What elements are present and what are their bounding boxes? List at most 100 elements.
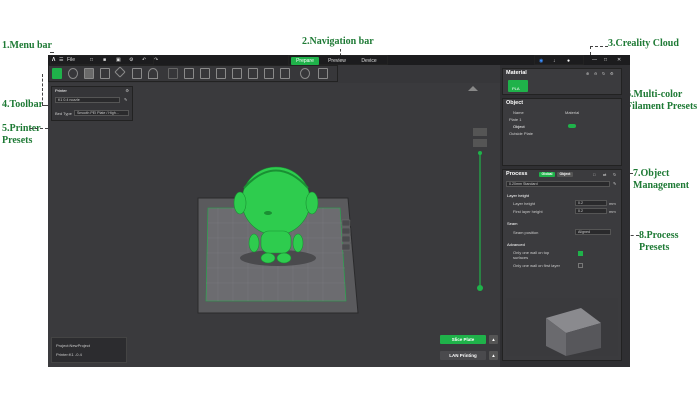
scene-svg [197, 86, 487, 314]
lay-on-face-icon[interactable] [216, 68, 226, 79]
preview-thumbnail [506, 298, 618, 356]
remove-filament-icon[interactable]: ⊖ [594, 71, 597, 76]
preview-cube-svg [546, 308, 601, 356]
plate-tool-button[interactable] [341, 235, 351, 243]
top-surface-wall-checkbox[interactable] [578, 251, 583, 256]
preset-edit-icon[interactable]: ✎ [613, 181, 616, 186]
reset-preset-icon[interactable]: ↻ [613, 172, 616, 177]
annotation-object-mgmt-line2: Management [633, 180, 690, 191]
move-icon[interactable] [168, 68, 178, 79]
app-window: Λ ☰ File □ ■ ▣ ⚙ ↶ ↷ Prepare Preview Dev… [48, 55, 630, 367]
scale-icon[interactable] [200, 68, 210, 79]
filament-slot[interactable]: PLA [508, 80, 528, 92]
process-panel-title: Process [506, 171, 528, 177]
leader-line [590, 46, 591, 55]
object-col-name: Name [513, 110, 524, 115]
plate-tool-button[interactable] [341, 219, 351, 227]
seam-position-select[interactable]: Aligned [575, 229, 611, 235]
view-cube-button[interactable] [473, 128, 487, 136]
mmu-paint-icon[interactable] [280, 68, 290, 79]
download-icon[interactable]: ↓ [553, 57, 556, 65]
save-preset-icon[interactable]: □ [593, 172, 595, 177]
first-layer-input[interactable]: 0.2 [575, 208, 607, 214]
tab-global[interactable]: Global [539, 172, 555, 177]
right-sidebar: Material ⊕ ⊖ ↻ ⚙ PLA Object Name Materia… [500, 65, 630, 367]
process-preset-select[interactable]: 0.20mm Standard [506, 181, 610, 187]
cut-icon[interactable] [232, 68, 242, 79]
edit-printer-icon[interactable]: ✎ [124, 97, 127, 102]
leader-line [42, 74, 43, 105]
tab-preview[interactable]: Preview [323, 57, 351, 65]
annotation-printer-presets-line1: 5.Printer [2, 123, 41, 134]
filament-label: PLA [512, 86, 520, 91]
plate-tool-button[interactable] [341, 243, 351, 251]
leader-line [30, 128, 48, 129]
arrange-icon[interactable] [100, 68, 110, 79]
3d-viewport[interactable]: Printer ⚙ K1 0.4 nozzle ✎ Bed Type Smoot… [48, 83, 500, 367]
layer-height-label: Layer height [513, 201, 536, 206]
redo-icon[interactable]: ↷ [154, 56, 158, 64]
bed-type-select[interactable]: Smooth PEI Plate / High... [74, 110, 129, 116]
first-layer-wall-checkbox[interactable] [578, 263, 583, 268]
annotation-printer-presets-line2: Presets [2, 135, 33, 146]
tab-prepare[interactable]: Prepare [291, 57, 319, 65]
menu-bar: Λ ☰ File □ ■ ▣ ⚙ ↶ ↷ Prepare Preview Dev… [48, 55, 630, 65]
leader-line [590, 46, 608, 47]
layer-slider-handle[interactable] [477, 285, 483, 291]
printer-name-label: Printer:K1 -0.4 [56, 352, 82, 357]
material-panel-title: Material [506, 70, 527, 76]
maximize-icon[interactable]: □ [604, 56, 607, 64]
cloud-icon[interactable]: ◉ [539, 57, 543, 65]
filament-settings-icon[interactable]: ⚙ [610, 71, 614, 76]
seam-paint-icon[interactable] [264, 68, 274, 79]
add-filament-icon[interactable]: ⊕ [586, 71, 589, 76]
annotation-navigation-bar: 2.Navigation bar [302, 36, 374, 47]
user-avatar-icon[interactable]: ● [567, 57, 570, 65]
leader-line [50, 52, 54, 53]
slice-plate-button[interactable]: Slice Plate [440, 335, 486, 344]
layer-slider-top-handle[interactable] [478, 151, 482, 155]
auto-orient-icon[interactable] [84, 68, 94, 79]
compare-preset-icon[interactable]: ⇄ [603, 172, 606, 177]
slice-options-button[interactable]: ▲ [489, 335, 498, 344]
print-options-button[interactable]: ▲ [489, 351, 498, 360]
object-tree-item[interactable]: Object [513, 124, 525, 129]
annotation-filament-presets-line2: Filament Presets [626, 101, 698, 112]
layer-height-input[interactable]: 0.2 [575, 200, 607, 206]
annotation-process-presets-line2: Presets [639, 242, 670, 253]
first-layer-label: First layer height [513, 209, 543, 214]
home-view-icon[interactable] [468, 86, 478, 91]
menu-bar-highlight [50, 55, 154, 65]
measure-icon[interactable] [248, 68, 258, 79]
assembly-icon[interactable] [318, 68, 328, 79]
object-tree-item[interactable]: Outside Plate [509, 131, 533, 136]
close-window-icon[interactable]: ✕ [617, 56, 621, 64]
rotate-icon[interactable] [184, 68, 194, 79]
support-paint-icon[interactable] [148, 68, 158, 79]
minimize-icon[interactable]: — [592, 56, 597, 64]
printer-select[interactable]: K1 0.4 nozzle [55, 97, 120, 103]
plate-tool-button[interactable] [341, 227, 351, 235]
annotation-toolbar: 4.Toolbar [2, 99, 44, 110]
layout-icon[interactable] [132, 68, 142, 79]
tab-device[interactable]: Device [355, 57, 383, 65]
view-mode-button[interactable] [473, 139, 487, 147]
adv-option-label: Only one wall on first layer [513, 263, 560, 268]
panel-settings-icon[interactable]: ⚙ [125, 88, 129, 93]
project-info-panel: Project:NewProject Printer:K1 -0.4 [51, 337, 127, 363]
text-icon[interactable] [300, 68, 310, 79]
add-plate-icon[interactable] [68, 68, 78, 79]
annotation-menu-bar: 1.Menu bar [2, 40, 52, 51]
object-material-badge[interactable] [568, 124, 576, 128]
annotation-filament-presets-line1: 6.Multi-color [626, 89, 683, 100]
lan-printing-button[interactable]: LAN Printing [440, 351, 486, 360]
object-tree-item[interactable]: Plate 1 [509, 117, 521, 122]
add-object-icon[interactable] [52, 68, 62, 79]
project-name-label: Project:NewProject [56, 343, 91, 348]
model-eye [264, 211, 272, 215]
annotation-creality-cloud: 3.Creality Cloud [608, 38, 679, 49]
annotation-process-presets-line1: 8.Process [639, 230, 679, 241]
sync-filament-icon[interactable]: ↻ [602, 71, 605, 76]
tab-object[interactable]: Object [557, 172, 573, 177]
unit-label: mm [609, 209, 616, 214]
